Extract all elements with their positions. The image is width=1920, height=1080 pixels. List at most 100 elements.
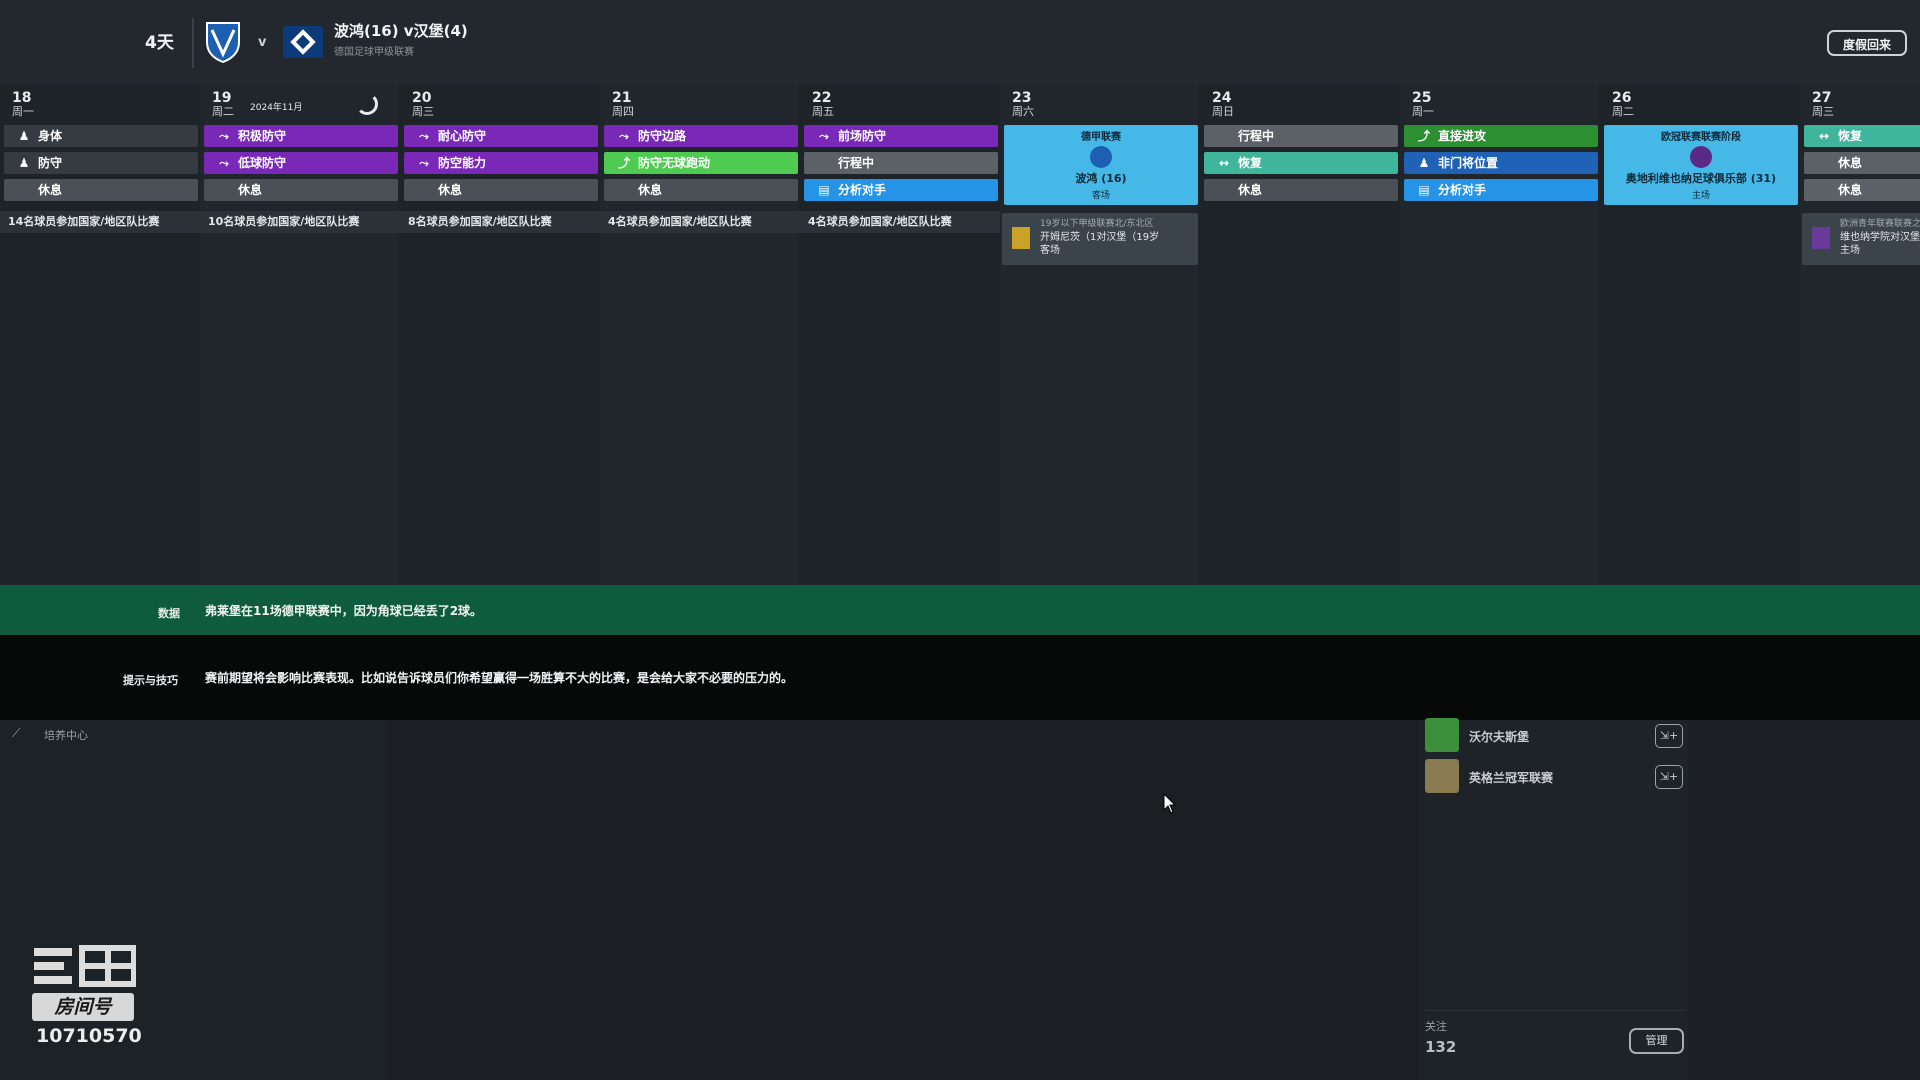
tip-label: 提示与技巧: [123, 674, 178, 687]
room-number: 10710570: [36, 1025, 142, 1047]
training-session-label: 休息: [438, 183, 463, 197]
training-session[interactable]: 休息: [4, 179, 198, 201]
training-session[interactable]: ⤴ 防守无球跑动: [604, 152, 798, 174]
calendar-month-label: 2024年11月: [250, 103, 303, 113]
wolfsburg-logo-icon: [1425, 718, 1459, 752]
person-icon: ♟: [1418, 156, 1430, 170]
training-session[interactable]: ⤳ 防空能力: [404, 152, 598, 174]
day-weekday: 周一: [12, 105, 34, 118]
day-weekday: 周日: [1212, 105, 1234, 118]
training-session-label: 积极防守: [238, 129, 287, 143]
international-duty-bar[interactable]: 4名球员参加国家/地区队比赛: [800, 211, 1000, 233]
training-session[interactable]: ▤ 分析对手: [1404, 179, 1598, 201]
fact-label: 数据: [158, 607, 180, 620]
calendar-day-column[interactable]: 18 周一 ♟ 身体 ♟ 防守 休息 14名球员参加国家/地区队比赛: [0, 85, 200, 585]
day-number: 27: [1812, 90, 1832, 106]
training-session[interactable]: ♟ 非门将位置: [1404, 152, 1598, 174]
training-session[interactable]: ⤳ 低球防守: [204, 152, 398, 174]
day-number: 23: [1012, 90, 1032, 106]
return-from-holiday-button[interactable]: 度假回来: [1827, 30, 1907, 56]
match-card[interactable]: 欧冠联赛联赛阶段 奥地利维也纳足球俱乐部 (31) 主场: [1604, 125, 1798, 205]
training-session-label: 低球防守: [238, 156, 287, 170]
follow-add-button[interactable]: ⇲+: [1655, 724, 1683, 748]
training-session[interactable]: ↔ 恢复: [1204, 152, 1398, 174]
championship-logo-icon: [1425, 759, 1459, 793]
training-session[interactable]: ⤳ 前场防守: [804, 125, 998, 147]
calendar-day-column[interactable]: 23 周六德甲联赛波鸿 (16) 客场 19岁以下甲级联赛北/东北区 开姆尼茨（1对汉堡…: [1000, 85, 1198, 585]
training-session-label: 行程中: [1238, 129, 1275, 143]
match-venue: 主场: [1691, 191, 1710, 201]
youth-match-venue: 客场: [1040, 245, 1060, 256]
development-center-label[interactable]: 培养中心: [44, 727, 88, 743]
day-header: 23 周六: [1012, 91, 1034, 118]
training-session[interactable]: ♟ 防守: [4, 152, 198, 174]
youth-match-title: 开姆尼茨（1对汉堡（19岁: [1040, 232, 1160, 243]
training-session[interactable]: 休息: [404, 179, 598, 201]
day-weekday: 周二: [1612, 105, 1634, 118]
follow-add-button[interactable]: ⇲+: [1655, 765, 1683, 789]
day-weekday: 周三: [1812, 105, 1834, 118]
calendar-day-column[interactable]: 24 周日 行程中 ↔ 恢复休息: [1200, 85, 1398, 585]
following-item-name: 沃尔夫斯堡: [1469, 730, 1530, 744]
training-session[interactable]: 行程中: [804, 152, 998, 174]
calendar-day-column[interactable]: 26 周二欧冠联赛联赛阶段 奥地利维也纳足球俱乐部 (31) 主场: [1600, 85, 1798, 585]
training-session[interactable]: ♟ 身体: [4, 125, 198, 147]
refresh-icon[interactable]: [356, 93, 378, 115]
next-match-title[interactable]: 波鸿(16) v汉堡(4): [334, 20, 468, 41]
training-session[interactable]: ▤ 分析对手: [804, 179, 998, 201]
manage-button[interactable]: 管理: [1629, 1028, 1684, 1054]
training-session[interactable]: ⤳ 积极防守: [204, 125, 398, 147]
match-opponent: 波鸿 (16): [1075, 172, 1127, 185]
international-duty-bar[interactable]: 14名球员参加国家/地区队比赛: [0, 211, 200, 233]
international-duty-bar[interactable]: 10名球员参加国家/地区队比赛: [200, 211, 400, 233]
bochum-crest-icon[interactable]: [203, 20, 243, 64]
calendar-day-column[interactable]: 25 周一 ⤴ 直接进攻 ♟ 非门将位置 ▤ 分析对手: [1400, 85, 1598, 585]
following-count: 132: [1425, 1038, 1457, 1056]
training-session-label: 行程中: [838, 156, 875, 170]
following-item[interactable]: 沃尔夫斯堡 ⇲+: [1425, 718, 1685, 754]
training-session[interactable]: 休息: [204, 179, 398, 201]
room-label: 房间号: [32, 993, 134, 1021]
day-number: 24: [1212, 90, 1232, 106]
calendar-day-column[interactable]: 27 周三 ↔ 恢复 休息 休息 欧洲青年联赛联赛之 维也纳学院对汉堡 主场: [1800, 85, 1920, 585]
training-session[interactable]: 行程中: [1204, 125, 1398, 147]
calendar-day-column[interactable]: 22 周五 ⤳ 前场防守 行程中 ▤ 分析对手 4名球员参加国家/地区队比赛: [800, 85, 1000, 585]
following-item[interactable]: 英格兰冠军联赛 ⇲+: [1425, 759, 1685, 795]
youth-match-card[interactable]: 19岁以下甲级联赛北/东北区 开姆尼茨（1对汉堡（19岁 客场: [1002, 213, 1198, 265]
calendar-day-column[interactable]: 21 周四 ⤳ 防守边路 ⤴ 防守无球跑动 休息 4名球员参加国家/地区队比赛: [600, 85, 800, 585]
day-number: 25: [1412, 90, 1432, 106]
training-session[interactable]: 休息: [1804, 179, 1920, 201]
tackle-icon: ⤳: [219, 129, 229, 143]
training-session[interactable]: ↔ 恢复: [1804, 125, 1920, 147]
header-divider: [192, 18, 194, 68]
tackle-icon: ⤳: [819, 129, 829, 143]
training-session-label: 前场防守: [838, 129, 887, 143]
day-number: 26: [1612, 90, 1632, 106]
next-match-competition: 德国足球甲级联赛: [334, 47, 414, 58]
calendar-day-column[interactable]: 20 周三 ⤳ 耐心防守 ⤳ 防空能力 休息 8名球员参加国家/地区队比赛: [400, 85, 600, 585]
international-duty-bar[interactable]: 4名球员参加国家/地区队比赛: [600, 211, 800, 233]
hamburg-crest-icon[interactable]: [283, 26, 323, 58]
training-session[interactable]: ⤳ 耐心防守: [404, 125, 598, 147]
calendar-day-column[interactable]: 19 周二 ⤳ 积极防守 ⤳ 低球防守 休息 10名球员参加国家/地区队比赛: [200, 85, 400, 585]
match-competition: 德甲联赛: [1081, 132, 1121, 143]
day-header: 26 周二: [1612, 91, 1634, 118]
person-icon: ♟: [18, 129, 30, 143]
tackle-icon: ⤳: [619, 129, 629, 143]
match-competition: 欧冠联赛联赛阶段: [1661, 132, 1741, 143]
clipboard-icon: ▤: [1418, 183, 1430, 197]
training-session[interactable]: ⤴ 直接进攻: [1404, 125, 1598, 147]
youth-match-card[interactable]: 欧洲青年联赛联赛之 维也纳学院对汉堡 主场: [1802, 213, 1920, 265]
mouse-cursor-icon: [1163, 793, 1177, 814]
training-session[interactable]: 休息: [604, 179, 798, 201]
run-icon: ⤴: [617, 156, 630, 170]
match-card[interactable]: 德甲联赛 波鸿 (16) 客场: [1004, 125, 1198, 205]
international-duty-bar[interactable]: 8名球员参加国家/地区队比赛: [400, 211, 600, 233]
day-header: 25 周一: [1412, 91, 1434, 118]
training-session-label: 分析对手: [838, 183, 887, 197]
training-session[interactable]: 休息: [1804, 152, 1920, 174]
training-session[interactable]: ⤳ 防守边路: [604, 125, 798, 147]
training-session-label: 防守边路: [638, 129, 687, 143]
training-session[interactable]: 休息: [1204, 179, 1398, 201]
day-weekday: 周一: [1412, 105, 1434, 118]
